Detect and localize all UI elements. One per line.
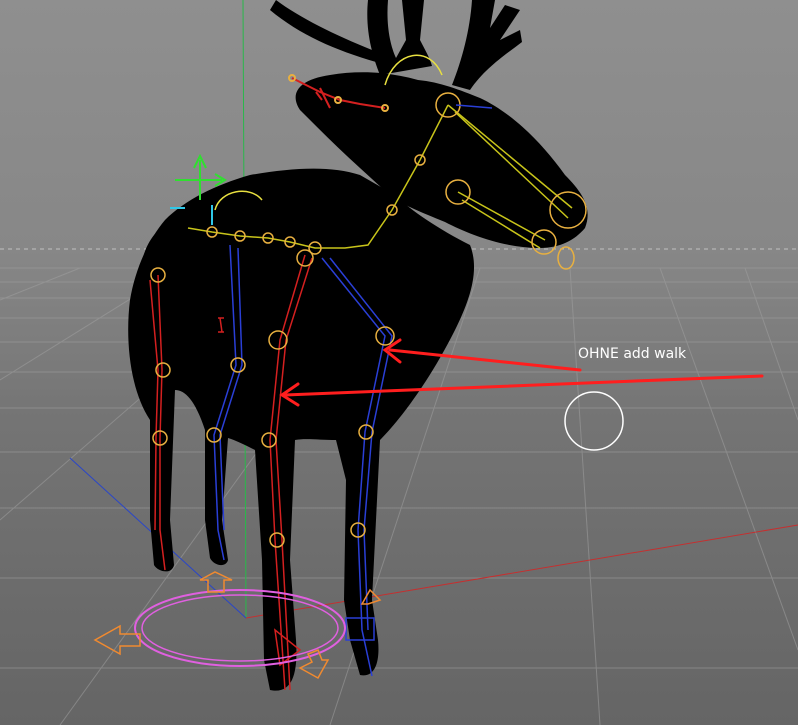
axis-x-line — [245, 524, 798, 619]
3d-viewport[interactable]: OHNE add walk — [0, 0, 798, 725]
viewport-scene[interactable] — [0, 0, 798, 725]
annotation-label: OHNE add walk — [578, 346, 687, 362]
walk-controller-icon[interactable] — [93, 571, 382, 680]
cursor-ring — [564, 391, 624, 451]
